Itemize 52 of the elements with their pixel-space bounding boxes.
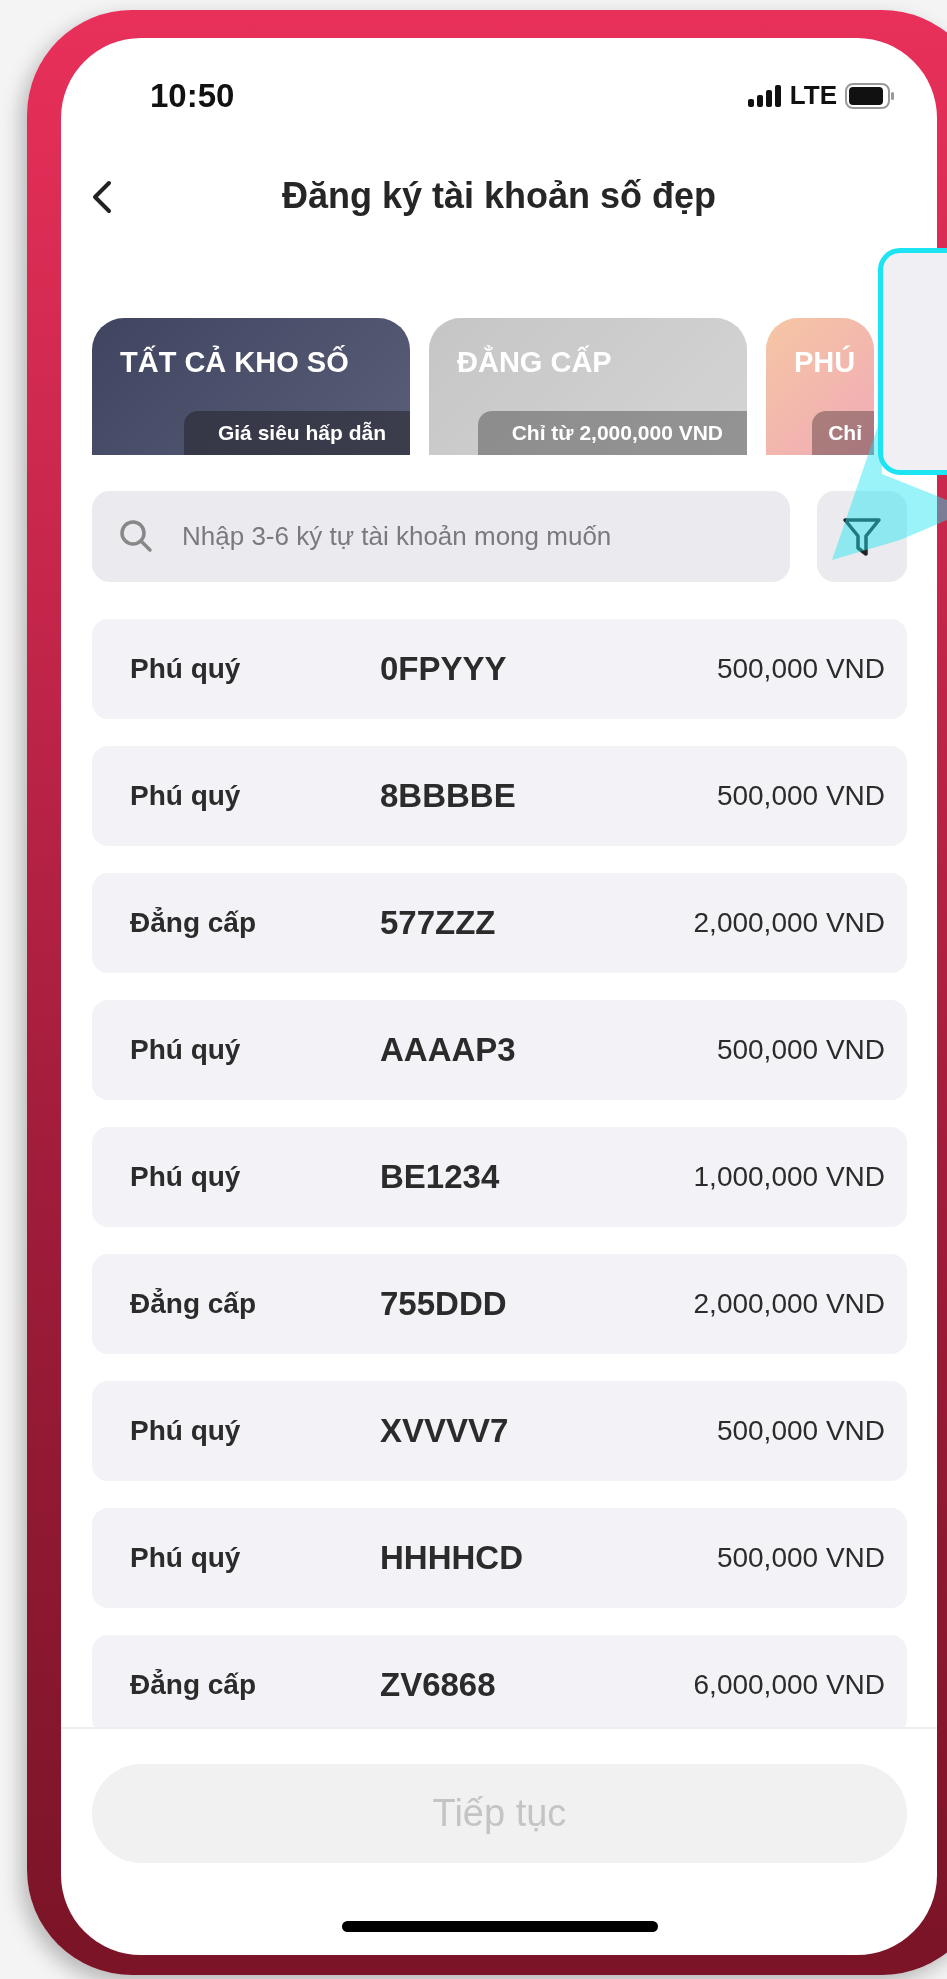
account-number: 8BBBBE	[380, 777, 517, 815]
account-price: 1,000,000 VND	[693, 1161, 885, 1193]
account-price: 500,000 VND	[716, 653, 885, 685]
signal-icon	[747, 84, 782, 107]
account-category: Phú quý	[130, 1542, 242, 1574]
network-label: LTE	[789, 80, 837, 111]
search-field[interactable]: Nhập 3-6 ký tự tài khoản mong muốn	[92, 491, 790, 582]
account-number: HHHHCD	[380, 1539, 524, 1577]
account-row[interactable]: Phú quý 8BBBBE 500,000 VND	[92, 746, 907, 846]
account-number: BE1234	[380, 1158, 501, 1196]
page-title: Đăng ký tài khoản số đẹp	[281, 174, 717, 217]
filter-button[interactable]	[817, 491, 907, 582]
category-tab[interactable]: TẤT CẢ KHO SỐ Giá siêu hấp dẫn	[92, 318, 410, 455]
tab-subtitle: Chỉ	[812, 411, 874, 455]
tab-subtitle: Giá siêu hấp dẫn	[183, 411, 410, 455]
account-price: 500,000 VND	[716, 1415, 885, 1447]
account-category: Phú quý	[130, 1415, 242, 1447]
tab-title: TẤT CẢ KHO SỐ	[120, 346, 349, 379]
filter-icon	[842, 515, 882, 558]
account-number: 0FPYYY	[380, 650, 508, 688]
account-category: Phú quý	[130, 653, 242, 685]
account-category: Đẳng cấp	[130, 1669, 258, 1701]
account-row[interactable]: Phú quý BE1234 1,000,000 VND	[92, 1127, 907, 1227]
account-row[interactable]: Phú quý HHHHCD 500,000 VND	[92, 1508, 907, 1608]
account-number: 755DDD	[380, 1285, 508, 1323]
account-price: 2,000,000 VND	[693, 1288, 885, 1320]
account-number: ZV6868	[380, 1666, 497, 1704]
account-category: Đẳng cấp	[130, 1288, 258, 1320]
account-price: 500,000 VND	[716, 780, 885, 812]
account-category: Phú quý	[130, 780, 242, 812]
account-price: 500,000 VND	[716, 1034, 885, 1066]
account-row[interactable]: Phú quý AAAAP3 500,000 VND	[92, 1000, 907, 1100]
account-price: 6,000,000 VND	[693, 1669, 885, 1701]
account-category: Phú quý	[130, 1034, 242, 1066]
category-tab[interactable]: PHÚ Chỉ	[766, 318, 874, 455]
account-row[interactable]: Phú quý 0FPYYY 500,000 VND	[92, 619, 907, 719]
battery-icon	[845, 82, 895, 109]
account-category: Đẳng cấp	[130, 907, 258, 939]
account-category: Phú quý	[130, 1161, 242, 1193]
account-row[interactable]: Phú quý XVVVV7 500,000 VND	[92, 1381, 907, 1481]
search-icon	[118, 518, 154, 554]
account-number: 577ZZZ	[380, 904, 497, 942]
tab-title: PHÚ	[794, 346, 856, 379]
status-time: 10:50	[150, 76, 235, 115]
account-number: XVVVV7	[380, 1412, 510, 1450]
account-price: 500,000 VND	[716, 1542, 885, 1574]
account-row[interactable]: Đẳng cấp ZV6868 6,000,000 VND	[92, 1635, 907, 1727]
account-number: AAAAP3	[380, 1031, 517, 1069]
tab-subtitle: Chỉ từ 2,000,000 VND	[477, 411, 747, 455]
account-row[interactable]: Đẳng cấp 755DDD 2,000,000 VND	[92, 1254, 907, 1354]
account-price: 2,000,000 VND	[693, 907, 885, 939]
account-row[interactable]: Đẳng cấp 577ZZZ 2,000,000 VND	[92, 873, 907, 973]
